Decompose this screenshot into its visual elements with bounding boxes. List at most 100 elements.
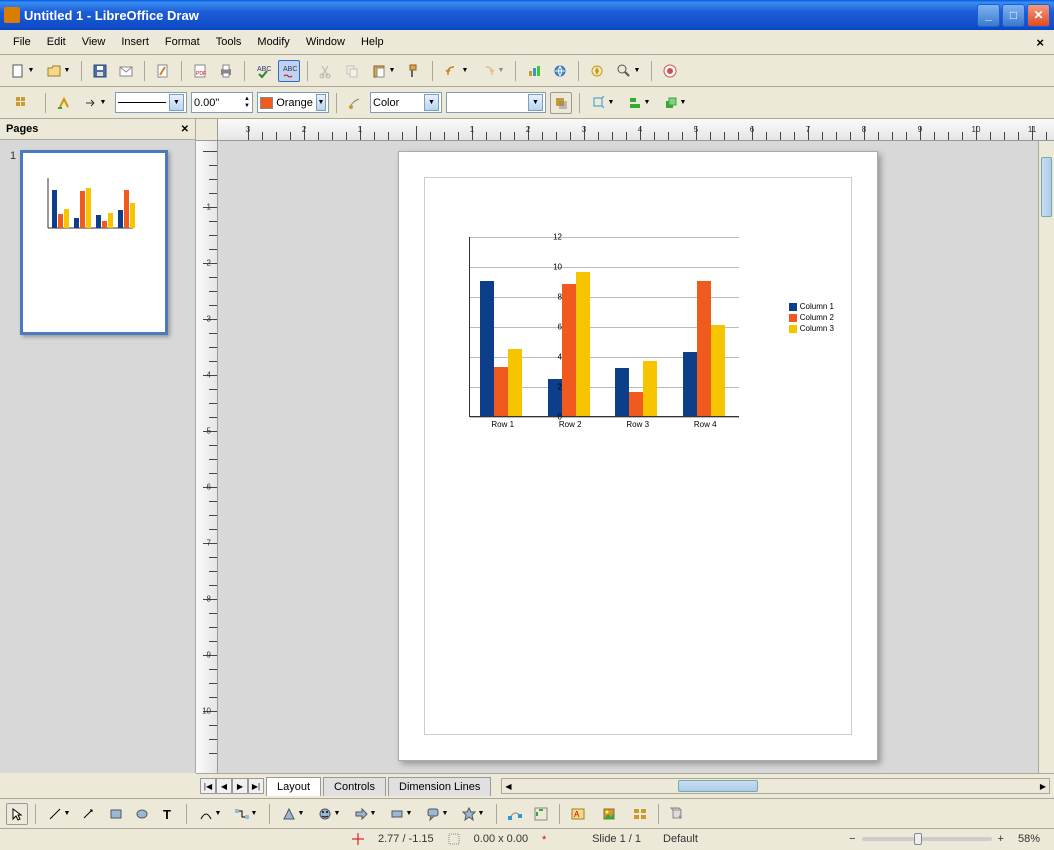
pages-panel-title: Pages — [6, 123, 38, 135]
gluepoint-tool[interactable] — [530, 803, 552, 825]
text-tool[interactable]: T — [157, 803, 179, 825]
menu-view[interactable]: View — [75, 34, 113, 50]
extrusion-tool[interactable] — [666, 803, 688, 825]
redo-button[interactable]: ▼ — [476, 60, 508, 82]
svg-text:ABC: ABC — [257, 66, 271, 73]
save-button[interactable] — [89, 60, 111, 82]
pages-panel: Pages ✕ 1 — [0, 119, 196, 773]
pages-panel-close-icon[interactable]: ✕ — [181, 124, 189, 135]
display-grid-button[interactable] — [6, 92, 38, 114]
paste-button[interactable]: ▼ — [367, 60, 399, 82]
gluepoints-button[interactable] — [53, 92, 75, 114]
spellcheck-button[interactable]: ABC — [252, 60, 274, 82]
menu-format[interactable]: Format — [158, 34, 207, 50]
window-title: Untitled 1 - LibreOffice Draw — [24, 8, 977, 23]
shadow-button[interactable] — [550, 92, 572, 114]
basic-shapes-tool[interactable]: ▼ — [277, 803, 309, 825]
page-thumbnail-1[interactable]: 1 — [10, 150, 185, 335]
points-tool[interactable] — [504, 803, 526, 825]
tab-layout[interactable]: Layout — [266, 777, 321, 796]
minimize-button[interactable]: _ — [977, 4, 1000, 27]
last-slide-button[interactable]: ▶| — [248, 778, 264, 794]
titlebar: Untitled 1 - LibreOffice Draw _ □ ✕ — [0, 0, 1054, 30]
navigator-button[interactable] — [586, 60, 608, 82]
tab-controls[interactable]: Controls — [323, 777, 386, 796]
align-button[interactable]: ▼ — [623, 92, 655, 114]
line-color-combo[interactable]: Orange▼ — [257, 92, 329, 113]
arrow-style-button[interactable]: ▼ — [79, 92, 111, 114]
work-area: Pages ✕ 1 3211234567891011 — [0, 119, 1054, 773]
fontwork-tool[interactable]: A — [567, 803, 589, 825]
chart-object[interactable]: Column 1Column 2Column 3 024681012Row 1R… — [444, 232, 834, 452]
horizontal-ruler[interactable]: 3211234567891011 — [218, 119, 1054, 141]
vertical-ruler[interactable]: 12345678910 — [196, 141, 218, 773]
ellipse-tool[interactable] — [131, 803, 153, 825]
line-style-combo[interactable]: ▼ — [115, 92, 187, 113]
effects-button[interactable]: ▼ — [587, 92, 619, 114]
position-icon — [352, 833, 364, 845]
chart-button[interactable] — [523, 60, 545, 82]
symbol-shapes-tool[interactable]: ▼ — [313, 803, 345, 825]
menu-window[interactable]: Window — [299, 34, 352, 50]
line-width-combo[interactable]: 0.00"▲▼ — [191, 92, 253, 113]
standard-toolbar: ▼ ▼ PDF ABC ABC ▼ ▼ ▼ ▼ — [0, 55, 1054, 87]
menu-tools[interactable]: Tools — [209, 34, 249, 50]
area-style-combo[interactable]: Color▼ — [370, 92, 442, 113]
menu-edit[interactable]: Edit — [40, 34, 73, 50]
zoom-button[interactable]: ▼ — [612, 60, 644, 82]
callouts-tool[interactable]: ▼ — [421, 803, 453, 825]
print-button[interactable] — [215, 60, 237, 82]
menu-insert[interactable]: Insert — [114, 34, 156, 50]
vertical-scrollbar[interactable] — [1038, 141, 1054, 773]
copy-button[interactable] — [341, 60, 363, 82]
email-button[interactable] — [115, 60, 137, 82]
window-controls: _ □ ✕ — [977, 4, 1050, 27]
connector-tool[interactable]: ▼ — [230, 803, 262, 825]
drawing-canvas[interactable]: Column 1Column 2Column 3 024681012Row 1R… — [218, 141, 1038, 773]
horizontal-scrollbar[interactable]: ◀ ▶ — [501, 778, 1050, 794]
export-pdf-button[interactable]: PDF — [189, 60, 211, 82]
svg-text:PDF: PDF — [196, 71, 206, 77]
line-tool[interactable]: ▼ — [43, 803, 75, 825]
block-arrows-tool[interactable]: ▼ — [349, 803, 381, 825]
svg-text:A: A — [574, 810, 580, 819]
line-arrow-tool[interactable] — [79, 803, 101, 825]
status-zoom[interactable]: 58% — [1010, 833, 1048, 845]
undo-button[interactable]: ▼ — [440, 60, 472, 82]
arrange-button[interactable] — [344, 92, 366, 114]
status-style: Default — [655, 833, 706, 845]
menu-help[interactable]: Help — [354, 34, 391, 50]
view-tabbar: |◀ ◀ ▶ ▶| Layout Controls Dimension Line… — [196, 773, 1054, 798]
flowcharts-tool[interactable]: ▼ — [385, 803, 417, 825]
autospellcheck-button[interactable]: ABC — [278, 60, 300, 82]
page: Column 1Column 2Column 3 024681012Row 1R… — [398, 151, 878, 761]
format-paintbrush-button[interactable] — [403, 60, 425, 82]
close-document-icon[interactable]: × — [1032, 35, 1048, 50]
edit-file-button[interactable] — [152, 60, 174, 82]
open-button[interactable]: ▼ — [42, 60, 74, 82]
zoom-slider[interactable] — [862, 837, 992, 841]
gallery-tool[interactable] — [629, 803, 651, 825]
select-tool[interactable] — [6, 803, 28, 825]
cut-button[interactable] — [315, 60, 337, 82]
arrange-button-2[interactable]: ▼ — [659, 92, 691, 114]
tab-dimension-lines[interactable]: Dimension Lines — [388, 777, 491, 796]
size-icon — [448, 833, 460, 845]
close-button[interactable]: ✕ — [1027, 4, 1050, 27]
zoom-out-button[interactable]: − — [849, 833, 855, 845]
from-file-tool[interactable] — [593, 803, 625, 825]
prev-slide-button[interactable]: ◀ — [216, 778, 232, 794]
zoom-in-button[interactable]: + — [998, 833, 1004, 845]
area-fill-combo[interactable]: ▼ — [446, 92, 546, 113]
maximize-button[interactable]: □ — [1002, 4, 1025, 27]
menu-file[interactable]: File — [6, 34, 38, 50]
next-slide-button[interactable]: ▶ — [232, 778, 248, 794]
rectangle-tool[interactable] — [105, 803, 127, 825]
help-button[interactable] — [659, 60, 681, 82]
curve-tool[interactable]: ▼ — [194, 803, 226, 825]
first-slide-button[interactable]: |◀ — [200, 778, 216, 794]
stars-tool[interactable]: ▼ — [457, 803, 489, 825]
hyperlink-button[interactable] — [549, 60, 571, 82]
menu-modify[interactable]: Modify — [250, 34, 296, 50]
new-button[interactable]: ▼ — [6, 60, 38, 82]
